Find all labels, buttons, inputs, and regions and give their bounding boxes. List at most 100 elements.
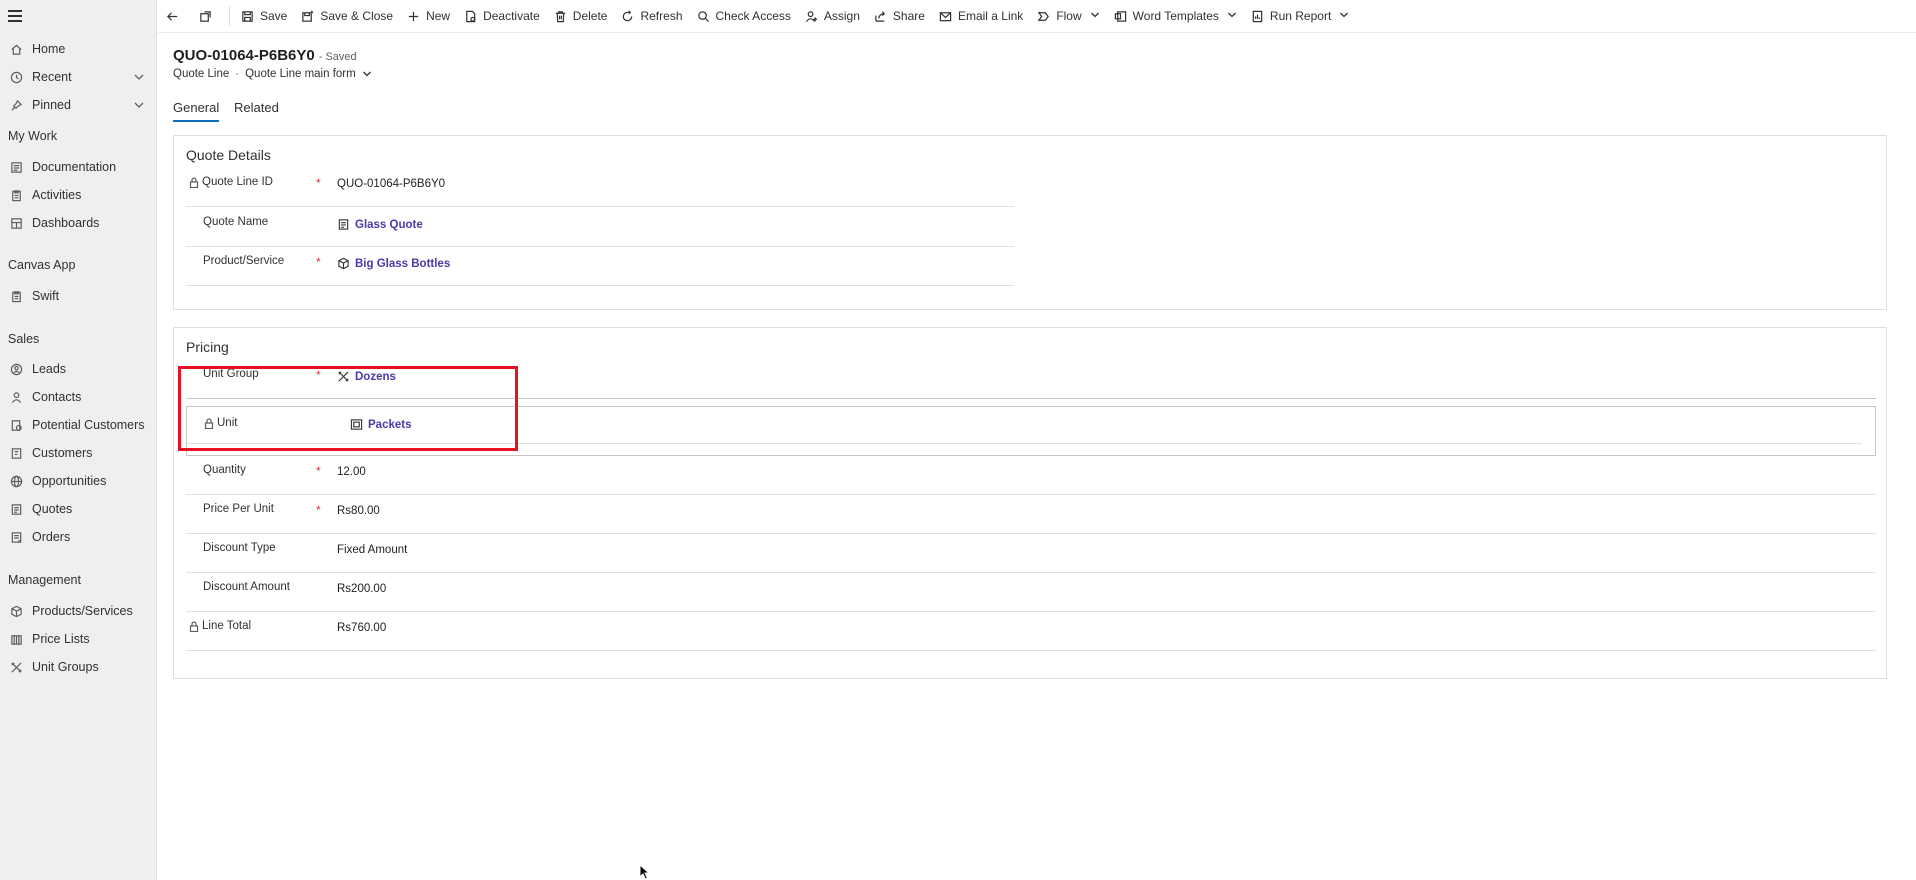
discount-amount-input[interactable]: Rs200.00 [337, 583, 386, 595]
share-label: Share [892, 9, 925, 23]
email-icon [939, 11, 952, 21]
check-access-button[interactable]: Check Access [690, 0, 798, 33]
sidebar-item-orders[interactable]: Orders [0, 525, 157, 549]
sidebar-item-potential-customers[interactable]: Potential Customers [0, 413, 157, 437]
sidebar-item-recent[interactable]: Recent [0, 65, 157, 89]
lock-icon [189, 176, 199, 188]
unit-field-box[interactable]: Unit Packets [186, 406, 1876, 456]
share-icon [875, 10, 885, 22]
field-label: Discount Amount [203, 581, 290, 593]
word-templates-label: Word Templates [1132, 9, 1219, 23]
command-bar: Save Save & Close New Deactivate Delete … [158, 0, 1916, 33]
clock-icon [9, 70, 23, 84]
field-label: Product/Service [203, 255, 285, 267]
sidebar-item-label: Home [32, 42, 66, 56]
chevron-down-icon [1082, 9, 1100, 23]
product-service-value[interactable]: Big Glass Bottles [355, 258, 450, 270]
chevron-down-icon [362, 71, 371, 77]
sidebar-group-my-work: My Work [8, 129, 58, 143]
sidebar-item-products-services[interactable]: Products/Services [0, 599, 157, 623]
discount-type-select[interactable]: Fixed Amount [337, 544, 407, 556]
sidebar-item-documentation[interactable]: Documentation [0, 155, 157, 179]
sidebar-item-home[interactable]: Home [0, 37, 157, 61]
sidebar-item-price-lists[interactable]: Price Lists [0, 627, 157, 651]
unit-group-lookup[interactable]: Dozens [337, 370, 396, 383]
unit-lookup[interactable]: Packets [350, 418, 411, 431]
back-arrow-icon [167, 11, 178, 21]
sidebar-group-canvas-app: Canvas App [8, 258, 76, 272]
hamburger-menu-icon[interactable] [8, 10, 24, 24]
chevron-down-icon[interactable] [133, 99, 145, 114]
separator-dot: · [235, 68, 240, 80]
save-button[interactable]: Save [234, 0, 294, 33]
field-label: Discount Type [203, 542, 276, 554]
open-new-window-button[interactable] [192, 0, 225, 33]
sidebar-item-label: Activities [32, 188, 82, 202]
deactivate-label: Deactivate [483, 9, 540, 23]
word-templates-button[interactable]: Word Templates [1107, 0, 1244, 33]
flow-button[interactable]: Flow [1030, 0, 1106, 33]
assign-button[interactable]: Assign [798, 0, 867, 33]
word-template-icon [1114, 10, 1126, 22]
product-service-field: Product/Service * Big Glass Bottles [186, 247, 1014, 286]
quote-name-lookup[interactable]: Glass Quote [337, 218, 423, 231]
flow-label: Flow [1056, 9, 1082, 23]
field-label: Quantity [203, 464, 246, 476]
chevron-down-icon[interactable] [133, 71, 145, 86]
deactivate-button[interactable]: Deactivate [457, 0, 547, 33]
divider [229, 6, 230, 26]
back-button[interactable] [158, 0, 192, 33]
section-title: Quote Details [186, 147, 271, 163]
assign-label: Assign [823, 9, 860, 23]
sidebar-item-pinned[interactable]: Pinned [0, 93, 157, 117]
sidebar-item-label: Pinned [32, 98, 71, 112]
lock-icon [204, 417, 214, 429]
quote-name-value[interactable]: Glass Quote [355, 219, 423, 231]
price-per-unit-input[interactable]: Rs80.00 [337, 505, 380, 517]
new-button[interactable]: New [400, 0, 457, 33]
plus-icon [408, 11, 419, 21]
sidebar-item-label: Products/Services [32, 604, 133, 618]
sidebar-item-unit-groups[interactable]: Unit Groups [0, 655, 157, 679]
quote-line-id-value: QUO-01064-P6B6Y0 [337, 178, 446, 190]
refresh-label: Refresh [640, 9, 683, 23]
chevron-down-icon [1331, 9, 1349, 23]
sidebar-item-customers[interactable]: Customers [0, 441, 157, 465]
sidebar-item-label: Potential Customers [32, 418, 145, 432]
save-icon [242, 10, 253, 22]
quantity-input[interactable]: 12.00 [337, 466, 366, 478]
deactivate-icon [466, 10, 476, 22]
save-close-button[interactable]: Save & Close [294, 0, 400, 33]
email-link-button[interactable]: Email a Link [932, 0, 1030, 33]
share-button[interactable]: Share [867, 0, 932, 33]
sidebar-item-label: Customers [32, 446, 93, 460]
unit-group-value[interactable]: Dozens [355, 371, 396, 383]
sidebar-item-opportunities[interactable]: Opportunities [0, 469, 157, 493]
delete-button[interactable]: Delete [547, 0, 615, 33]
person-icon [9, 390, 23, 404]
field-label: Quote Line ID [189, 176, 273, 188]
product-service-lookup[interactable]: Big Glass Bottles [337, 257, 450, 270]
run-report-button[interactable]: Run Report [1244, 0, 1356, 33]
clipboard-icon [9, 188, 23, 202]
sidebar-item-quotes[interactable]: Quotes [0, 497, 157, 521]
sidebar-item-activities[interactable]: Activities [0, 183, 157, 207]
sidebar-item-label: Leads [32, 362, 67, 376]
lock-icon [189, 620, 199, 632]
unit-value[interactable]: Packets [368, 419, 411, 431]
sidebar-item-contacts[interactable]: Contacts [0, 385, 157, 409]
sidebar-item-dashboards[interactable]: Dashboards [0, 211, 157, 235]
form-selector[interactable]: Quote Line main form [245, 68, 356, 80]
potential-customer-icon [9, 418, 23, 432]
required-indicator: * [316, 368, 321, 382]
quote-name-field: Quote Name Glass Quote [186, 208, 1014, 247]
refresh-button[interactable]: Refresh [614, 0, 689, 33]
quote-icon [338, 219, 349, 230]
quote-line-id-label: Quote Line ID [202, 176, 273, 188]
check-access-label: Check Access [715, 9, 791, 23]
tab-general[interactable]: General [173, 100, 220, 122]
tab-related[interactable]: Related [234, 100, 279, 122]
sidebar-item-leads[interactable]: Leads [0, 357, 157, 381]
sidebar-item-label: Price Lists [32, 632, 90, 646]
sidebar-item-swift[interactable]: Swift [0, 284, 157, 308]
